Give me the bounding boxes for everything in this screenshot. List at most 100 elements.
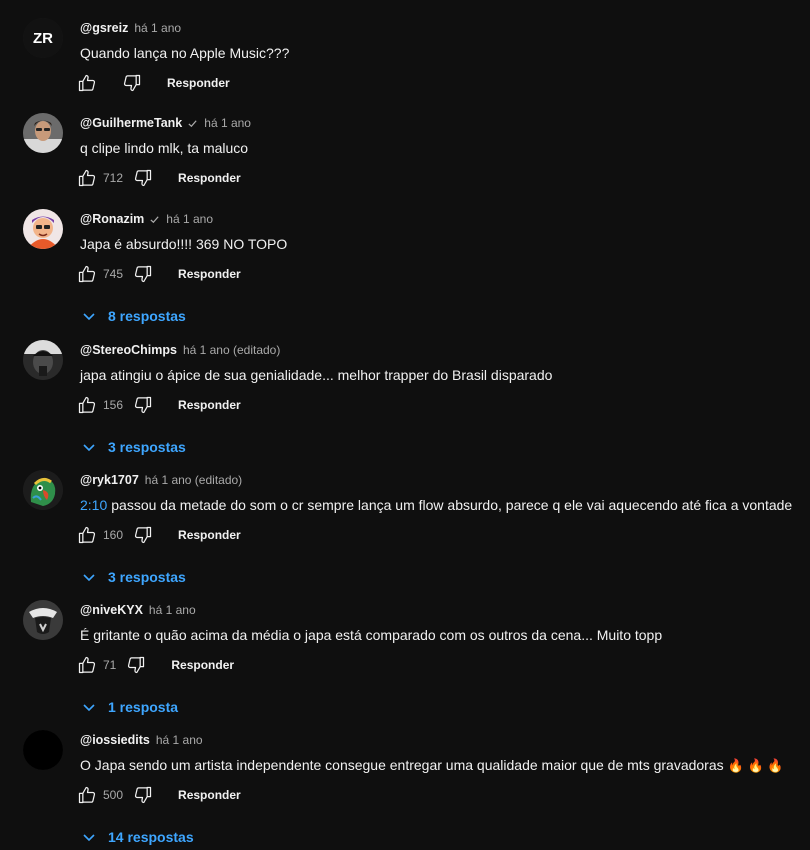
like-button[interactable] [76,654,98,676]
avatar[interactable] [23,470,63,510]
comment-body: Japa é absurdo!!!! 369 NO TOPO [80,236,288,252]
view-replies-button[interactable]: 8 respostas [82,306,186,326]
check-icon [149,214,160,225]
like-button[interactable] [76,784,98,806]
thumbs-up-icon [78,786,96,804]
check-icon [187,118,198,129]
comment-header: @iossiedits há 1 ano [80,732,203,748]
comment-text: Japa é absurdo!!!! 369 NO TOPO [80,235,287,253]
published-time[interactable]: há 1 ano (editado) [183,343,280,357]
published-time[interactable]: há 1 ano [204,116,251,130]
comment-actions: 71 Responder [76,653,234,677]
like-count: 500 [103,788,124,802]
thumbs-down-icon [128,656,145,674]
replies-count-label: 3 respostas [108,439,186,455]
avatar-mask-image [23,600,63,640]
dislike-button[interactable] [121,72,143,94]
avatar[interactable] [23,209,63,249]
comment-text: q clipe lindo mlk, ta maluco [80,139,248,157]
thumbs-up-icon [78,265,96,283]
author-name[interactable]: @ryk1707 [80,473,139,487]
comment-actions: 745 Responder [76,262,241,286]
comment-header: @GuilhermeTank há 1 ano [80,115,251,131]
thumbs-down-icon [134,169,152,187]
reply-button[interactable]: Responder [178,267,241,281]
comment-actions: 712 Responder [76,166,241,190]
like-count: 71 [103,658,117,672]
comment-text: Quando lança no Apple Music??? [80,44,289,62]
like-button[interactable] [76,263,98,285]
like-button[interactable] [76,394,98,416]
published-time[interactable]: há 1 ano (editado) [145,473,242,487]
dislike-button[interactable] [132,524,154,546]
chevron-down-icon [83,704,95,712]
view-replies-button[interactable]: 3 respostas [82,437,186,457]
avatar-cartoon-image [23,209,63,249]
avatar[interactable] [23,600,63,640]
comment-body: passou da metade do som o cr sempre lanç… [111,497,793,513]
like-count: 712 [103,171,124,185]
chevron-down-icon [83,313,95,321]
view-replies-button[interactable]: 14 respostas [82,827,194,847]
like-count: 160 [103,528,124,542]
like-button[interactable] [76,167,98,189]
author-name[interactable]: @iossiedits [80,733,150,747]
avatar[interactable] [23,113,63,153]
published-time[interactable]: há 1 ano [166,212,213,226]
comment-actions: 160 Responder [76,523,241,547]
like-count: 745 [103,267,124,281]
avatar-parrot-image [23,470,63,510]
thumbs-down-icon [123,74,141,92]
thumbs-up-icon [78,526,96,544]
dislike-button[interactable] [125,654,147,676]
dislike-button[interactable] [132,167,154,189]
dislike-button[interactable] [132,263,154,285]
avatar-blank-image [23,730,63,770]
view-replies-button[interactable]: 1 resposta [82,697,178,717]
published-time[interactable]: há 1 ano [156,733,203,747]
comment-header: @StereoChimps há 1 ano (editado) [80,342,280,358]
thumbs-down-icon [134,526,152,544]
published-time[interactable]: há 1 ano [149,603,196,617]
comment-actions: Responder [76,71,230,95]
thumbs-up-icon [78,74,96,92]
reply-button[interactable]: Responder [171,658,234,672]
comment-text: É gritante o quão acima da média o japa … [80,626,662,644]
thumbs-up-icon [78,169,96,187]
comment-header: @ryk1707 há 1 ano (editado) [80,472,242,488]
comment-body: O Japa sendo um artista independente con… [80,757,724,773]
reply-button[interactable]: Responder [167,76,230,90]
reply-button[interactable]: Responder [178,398,241,412]
dislike-button[interactable] [132,784,154,806]
comment-text: O Japa sendo um artista independente con… [80,756,783,775]
comment-body: É gritante o quão acima da média o japa … [80,627,663,643]
thumbs-up-icon [78,656,96,674]
avatar[interactable] [23,730,63,770]
comment-actions: 156 Responder [76,393,241,417]
like-count: 156 [103,398,124,412]
reply-button[interactable]: Responder [178,528,241,542]
like-button[interactable] [76,524,98,546]
thumbs-down-icon [134,396,152,414]
reply-button[interactable]: Responder [178,788,241,802]
avatar[interactable]: ZR [23,18,63,58]
thumbs-down-icon [134,786,152,804]
author-name[interactable]: @niveKYX [80,603,143,617]
author-name[interactable]: @gsreiz [80,21,128,35]
comment-header: @niveKYX há 1 ano [80,602,196,618]
reply-button[interactable]: Responder [178,171,241,185]
like-button[interactable] [76,72,98,94]
comment-text: japa atingiu o ápice de sua genialidade.… [80,366,552,384]
comment-header: @Ronazim há 1 ano [80,211,213,227]
author-name[interactable]: @StereoChimps [80,343,177,357]
comment-body: q clipe lindo mlk, ta maluco [80,140,249,156]
dislike-button[interactable] [132,394,154,416]
svg-text:ZR: ZR [33,30,53,47]
comment-body: Quando lança no Apple Music??? [80,45,290,61]
published-time[interactable]: há 1 ano [134,21,181,35]
timestamp-link[interactable]: 2:10 [80,497,107,513]
avatar[interactable] [23,340,63,380]
author-name[interactable]: @Ronazim [80,212,144,226]
author-name[interactable]: @GuilhermeTank [80,116,182,130]
view-replies-button[interactable]: 3 respostas [82,567,186,587]
